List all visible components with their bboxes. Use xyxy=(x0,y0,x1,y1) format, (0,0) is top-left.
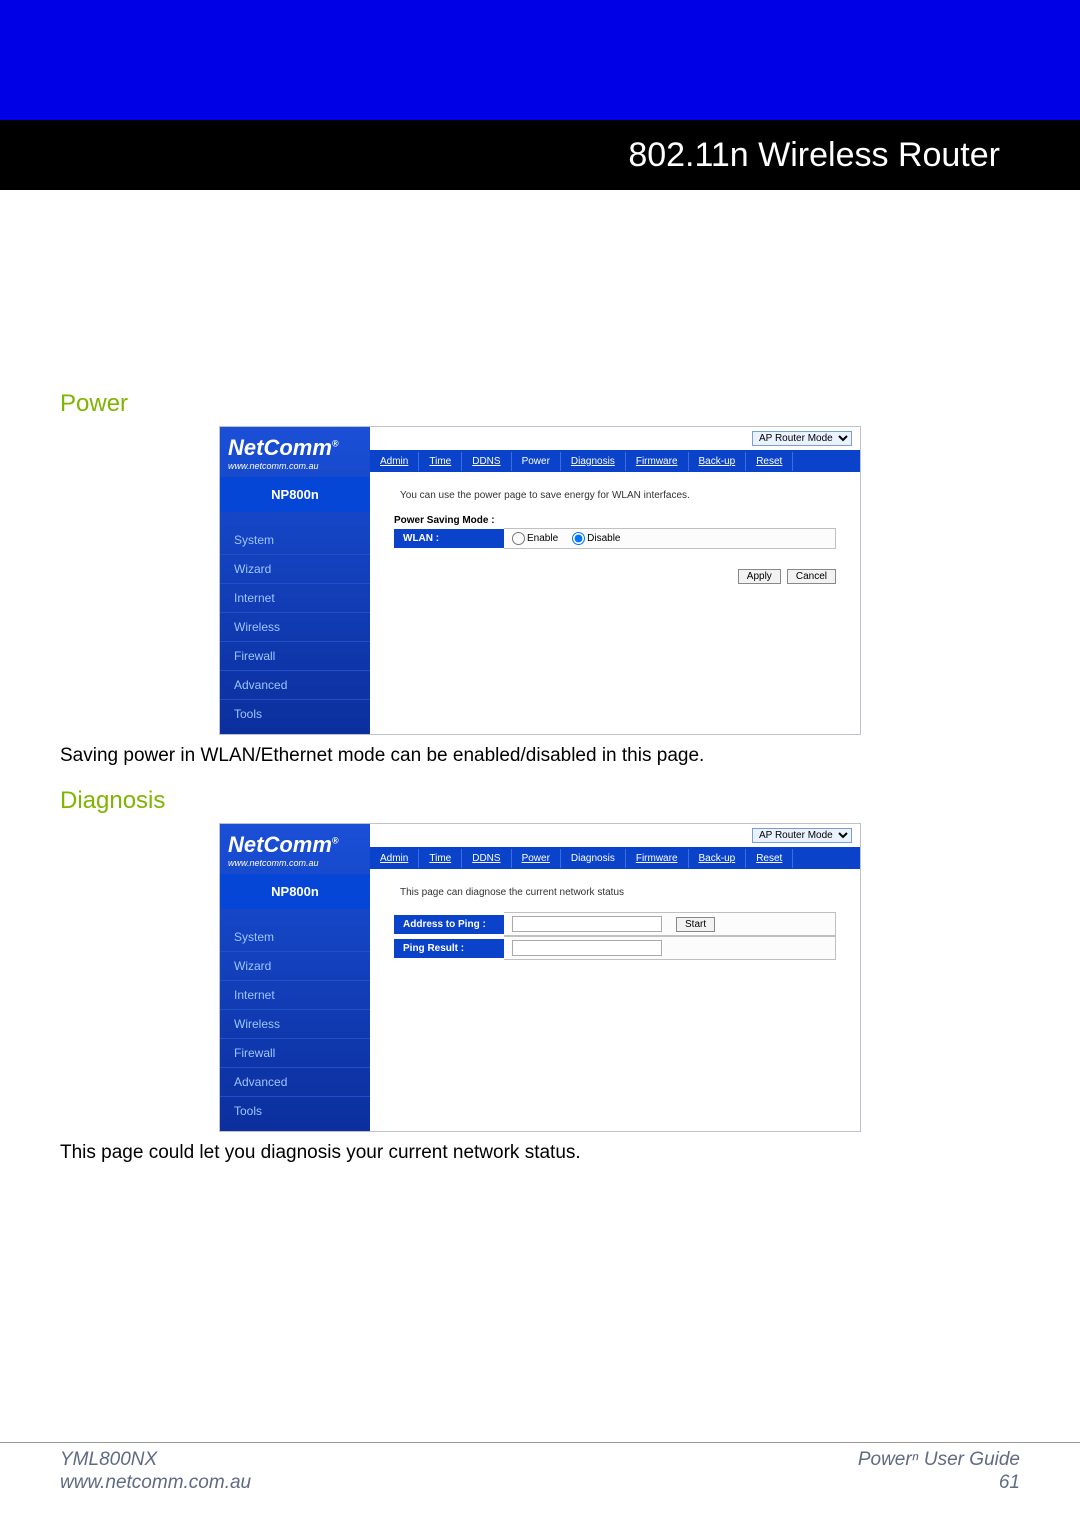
sidebar-item-wizard[interactable]: Wizard xyxy=(220,951,370,980)
tab-power[interactable]: Power xyxy=(512,849,561,868)
addr-row-label: Address to Ping : xyxy=(394,915,504,934)
tab-admin[interactable]: Admin xyxy=(370,849,419,868)
ping-address-input[interactable] xyxy=(512,916,662,932)
wlan-disable-radio[interactable] xyxy=(572,532,585,545)
tab-time[interactable]: Time xyxy=(419,849,462,868)
wlan-enable-label: Enable xyxy=(527,533,558,544)
model-label: NP800n xyxy=(220,874,370,909)
sidebar-item-system[interactable]: System xyxy=(220,923,370,951)
tab-bar: Admin Time DDNS Power Diagnosis Firmware… xyxy=(370,847,860,869)
sidebar-item-wireless[interactable]: Wireless xyxy=(220,1009,370,1038)
footer-url: www.netcomm.com.au xyxy=(60,1472,251,1495)
tab-backup[interactable]: Back-up xyxy=(689,452,747,471)
tab-diagnosis[interactable]: Diagnosis xyxy=(561,452,626,471)
tab-time[interactable]: Time xyxy=(419,452,462,471)
tab-reset[interactable]: Reset xyxy=(746,849,793,868)
sidebar-item-advanced[interactable]: Advanced xyxy=(220,1067,370,1096)
diag-description: This page can diagnose the current netwo… xyxy=(370,869,860,912)
document-title: 802.11n Wireless Router xyxy=(628,136,1000,175)
result-row-field xyxy=(504,936,836,960)
screenshot-diagnosis: NetComm® www.netcomm.com.au NP800n Syste… xyxy=(60,823,1020,1132)
tab-firmware[interactable]: Firmware xyxy=(626,849,689,868)
result-row: Ping Result : xyxy=(394,936,836,960)
section-heading-diagnosis: Diagnosis xyxy=(60,787,1020,815)
footer-page-number: 61 xyxy=(858,1472,1020,1495)
wlan-row-label: WLAN : xyxy=(394,529,504,548)
netcomm-logo: NetComm® xyxy=(220,824,370,858)
router-main-diagnosis: AP Router Mode Admin Time DDNS Power Dia… xyxy=(370,824,860,1131)
diagnosis-caption: This page could let you diagnosis your c… xyxy=(60,1142,1020,1164)
addr-row-field: Start xyxy=(504,912,836,936)
tab-reset[interactable]: Reset xyxy=(746,452,793,471)
footer-left: YML800NX www.netcomm.com.au xyxy=(60,1449,251,1495)
wlan-row-field: Enable Disable xyxy=(504,528,836,549)
logo-reg: ® xyxy=(332,439,339,449)
mode-select[interactable]: AP Router Mode xyxy=(752,431,852,446)
result-row-label: Ping Result : xyxy=(394,939,504,958)
power-buttons: Apply Cancel xyxy=(370,563,860,614)
logo-text: NetComm xyxy=(228,832,332,857)
power-form: Power Saving Mode : WLAN : Enable Disabl… xyxy=(370,515,860,563)
tab-firmware[interactable]: Firmware xyxy=(626,452,689,471)
diag-form: Address to Ping : Start Ping Result : xyxy=(370,912,860,974)
router-sidebar: NetComm® www.netcomm.com.au NP800n Syste… xyxy=(220,427,370,734)
wlan-disable-option[interactable]: Disable xyxy=(572,532,620,545)
logo-reg: ® xyxy=(332,836,339,846)
tab-bar: Admin Time DDNS Power Diagnosis Firmware… xyxy=(370,450,860,472)
apply-button[interactable]: Apply xyxy=(738,569,781,584)
page-footer: YML800NX www.netcomm.com.au Powerⁿ User … xyxy=(0,1442,1080,1495)
sidebar-item-firewall[interactable]: Firewall xyxy=(220,1038,370,1067)
addr-row: Address to Ping : Start xyxy=(394,912,836,936)
header-blue-band xyxy=(0,0,1080,120)
sidebar-item-tools[interactable]: Tools xyxy=(220,1096,370,1125)
mode-bar: AP Router Mode xyxy=(370,824,860,847)
mode-bar: AP Router Mode xyxy=(370,427,860,450)
start-button[interactable]: Start xyxy=(676,917,715,932)
sidebar-item-advanced[interactable]: Advanced xyxy=(220,670,370,699)
tab-backup[interactable]: Back-up xyxy=(689,849,747,868)
wlan-enable-option[interactable]: Enable xyxy=(512,532,558,545)
wlan-row: WLAN : Enable Disable xyxy=(394,528,836,549)
power-description: You can use the power page to save energ… xyxy=(370,472,860,515)
tab-ddns[interactable]: DDNS xyxy=(462,452,511,471)
logo-url: www.netcomm.com.au xyxy=(220,461,370,471)
cancel-button[interactable]: Cancel xyxy=(787,569,836,584)
sidebar-item-tools[interactable]: Tools xyxy=(220,699,370,728)
sidebar-item-wireless[interactable]: Wireless xyxy=(220,612,370,641)
logo-text: NetComm xyxy=(228,435,332,460)
tab-diagnosis[interactable]: Diagnosis xyxy=(561,849,626,868)
tab-power[interactable]: Power xyxy=(512,452,561,471)
sidebar-item-system[interactable]: System xyxy=(220,526,370,554)
power-caption: Saving power in WLAN/Ethernet mode can b… xyxy=(60,745,1020,767)
tab-admin[interactable]: Admin xyxy=(370,452,419,471)
sidebar-item-wizard[interactable]: Wizard xyxy=(220,554,370,583)
netcomm-logo: NetComm® xyxy=(220,427,370,461)
sidebar-item-internet[interactable]: Internet xyxy=(220,980,370,1009)
sidebar-item-internet[interactable]: Internet xyxy=(220,583,370,612)
model-label: NP800n xyxy=(220,477,370,512)
wlan-disable-label: Disable xyxy=(587,533,620,544)
section-heading-power: Power xyxy=(60,390,1020,418)
header-black-band: 802.11n Wireless Router xyxy=(0,120,1080,190)
footer-right: Powerⁿ User Guide 61 xyxy=(858,1449,1020,1495)
footer-guide: Powerⁿ User Guide xyxy=(858,1449,1020,1472)
screenshot-power: NetComm® www.netcomm.com.au NP800n Syste… xyxy=(60,426,1020,735)
mode-select[interactable]: AP Router Mode xyxy=(752,828,852,843)
ping-result-output xyxy=(512,940,662,956)
sidebar-item-firewall[interactable]: Firewall xyxy=(220,641,370,670)
router-sidebar: NetComm® www.netcomm.com.au NP800n Syste… xyxy=(220,824,370,1131)
footer-model: YML800NX xyxy=(60,1449,251,1472)
logo-url: www.netcomm.com.au xyxy=(220,858,370,868)
tab-ddns[interactable]: DDNS xyxy=(462,849,511,868)
wlan-enable-radio[interactable] xyxy=(512,532,525,545)
power-group-title: Power Saving Mode : xyxy=(394,515,836,528)
page-content: Power NetComm® www.netcomm.com.au NP800n… xyxy=(0,190,1080,1164)
router-main-power: AP Router Mode Admin Time DDNS Power Dia… xyxy=(370,427,860,734)
